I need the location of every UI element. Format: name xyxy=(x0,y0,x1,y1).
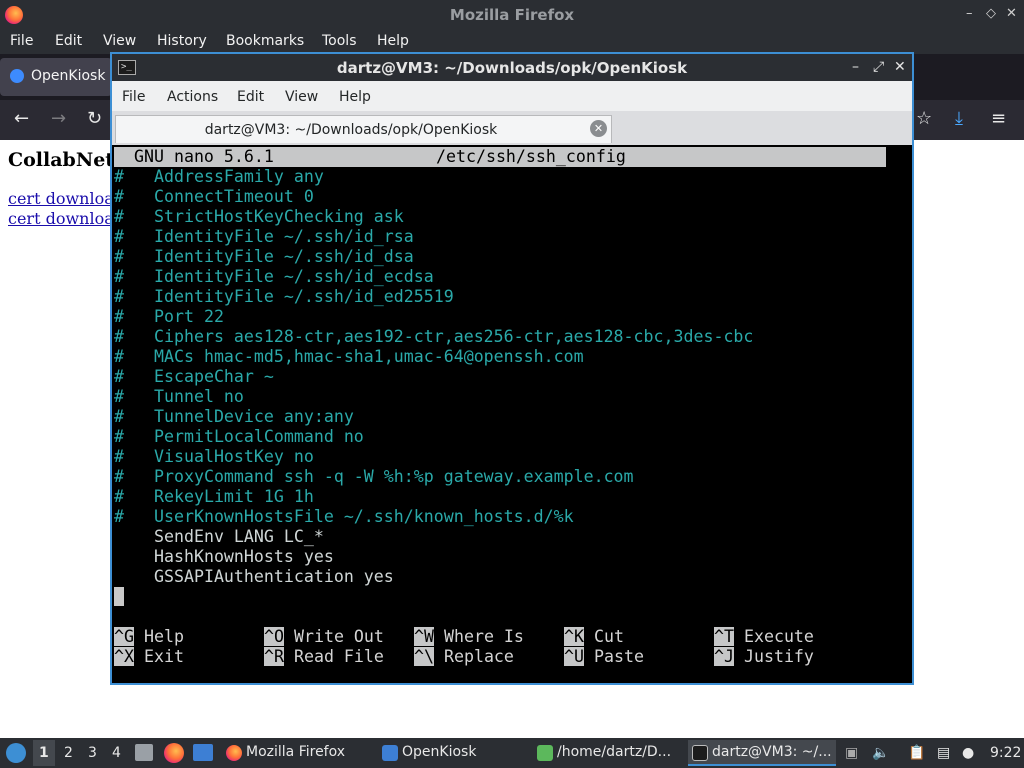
nano-editor[interactable]: GNU nano 5.6.1 /etc/ssh/ssh_config # Addr… xyxy=(114,147,910,683)
window-icon xyxy=(382,745,398,761)
terminal-icon xyxy=(692,745,708,761)
firefox-menu-bookmarks[interactable]: Bookmarks xyxy=(226,33,304,49)
shortcut-execute[interactable]: ^T Execute xyxy=(714,627,814,647)
shortcut-where-is[interactable]: ^W Where Is xyxy=(414,627,524,647)
taskbar: 1 2 3 4 Mozilla Firefox OpenKiosk /home/… xyxy=(0,738,1024,768)
firefox-close-button[interactable]: ✕ xyxy=(1006,6,1017,21)
terminal-menu-view[interactable]: View xyxy=(285,89,318,105)
shortcut-help[interactable]: ^G Help xyxy=(114,627,184,647)
download-icon[interactable]: ⤓ xyxy=(955,108,963,129)
terminal-tab-label: dartz@VM3: ~/Downloads/opk/OpenKiosk xyxy=(204,122,498,138)
desktop-launcher-icon[interactable] xyxy=(193,744,213,761)
file-manager-launcher-icon[interactable] xyxy=(135,744,153,761)
terminal-menubar: File Actions Edit View Help xyxy=(112,81,912,111)
firefox-launcher-icon[interactable] xyxy=(164,743,184,763)
firefox-menu-history[interactable]: History xyxy=(157,33,207,49)
firefox-menu-help[interactable]: Help xyxy=(377,33,409,49)
terminal-menu-edit[interactable]: Edit xyxy=(237,89,264,105)
cert-download-link-2[interactable]: cert downloa xyxy=(8,209,114,228)
terminal-minimize-button[interactable]: – xyxy=(852,59,859,75)
back-arrow-icon[interactable]: ← xyxy=(14,108,29,129)
task-label: OpenKiosk xyxy=(402,744,477,760)
text-cursor xyxy=(114,587,124,606)
task-file-manager[interactable]: /home/dartz/D... xyxy=(533,740,683,766)
nano-header-bar: GNU nano 5.6.1 /etc/ssh/ssh_config xyxy=(114,147,886,167)
firefox-menu-file[interactable]: File xyxy=(10,33,33,49)
start-menu-icon[interactable] xyxy=(6,743,26,763)
terminal-window-title: dartz@VM3: ~/Downloads/opk/OpenKiosk xyxy=(336,59,688,77)
firefox-tab-label: OpenKiosk - xyxy=(31,68,115,84)
cert-download-link-1[interactable]: cert downloa xyxy=(8,189,114,208)
firefox-menu-view[interactable]: View xyxy=(103,33,136,49)
firefox-window-title: Mozilla Firefox xyxy=(449,6,575,24)
workspace-1[interactable]: 1 xyxy=(39,745,49,761)
terminal-tab[interactable]: dartz@VM3: ~/Downloads/opk/OpenKiosk ✕ xyxy=(115,115,612,143)
shortcut-cut[interactable]: ^K Cut xyxy=(564,627,624,647)
shortcut-exit[interactable]: ^X Exit xyxy=(114,647,184,667)
page-heading: CollabNet xyxy=(8,149,115,171)
workspace-3[interactable]: 3 xyxy=(88,745,97,761)
forward-arrow-icon[interactable]: → xyxy=(51,108,66,129)
hamburger-menu-icon[interactable]: ≡ xyxy=(991,108,1006,129)
active-task-indicator xyxy=(688,764,836,766)
notifications-icon[interactable]: ● xyxy=(962,745,974,761)
task-mozilla-firefox[interactable]: Mozilla Firefox xyxy=(222,740,372,766)
bookmark-star-icon[interactable]: ☆ xyxy=(916,108,932,129)
openkiosk-favicon-icon xyxy=(10,69,24,83)
terminal-menu-actions[interactable]: Actions xyxy=(167,89,218,105)
terminal-close-button[interactable]: ✕ xyxy=(894,59,906,75)
nano-version: GNU nano 5.6.1 xyxy=(134,147,274,166)
folder-icon xyxy=(537,745,553,761)
shortcut-justify[interactable]: ^J Justify xyxy=(714,647,814,667)
tab-close-icon[interactable]: ✕ xyxy=(590,120,607,137)
terminal-menu-help[interactable]: Help xyxy=(339,89,371,105)
terminal-menu-file[interactable]: File xyxy=(122,89,145,105)
task-openkiosk[interactable]: OpenKiosk xyxy=(378,740,528,766)
tray-lock-icon[interactable]: ▣ xyxy=(845,745,858,761)
firefox-menu-tools[interactable]: Tools xyxy=(322,33,357,49)
shortcut-replace[interactable]: ^\ Replace xyxy=(414,647,514,667)
reload-icon[interactable]: ↻ xyxy=(87,108,102,129)
firefox-menubar: File Edit View History Bookmarks Tools H… xyxy=(0,30,1024,54)
network-icon[interactable]: ▤ xyxy=(937,745,950,761)
task-label: Mozilla Firefox xyxy=(246,744,346,760)
nano-filename: /etc/ssh/ssh_config xyxy=(436,147,626,166)
clock[interactable]: 9:22 xyxy=(990,745,1021,761)
firefox-menu-edit[interactable]: Edit xyxy=(55,33,82,49)
workspace-2[interactable]: 2 xyxy=(64,745,73,761)
clipboard-icon[interactable]: 📋 xyxy=(908,745,925,761)
shortcut-write-out[interactable]: ^O Write Out xyxy=(264,627,384,647)
terminal-maximize-button[interactable]: ⤢ xyxy=(873,59,884,75)
shortcut-paste[interactable]: ^U Paste xyxy=(564,647,644,667)
task-label: /home/dartz/D... xyxy=(557,744,672,760)
firefox-titlebar: Mozilla Firefox – ◇ ✕ xyxy=(0,0,1024,30)
workspace-4[interactable]: 4 xyxy=(112,745,121,761)
task-label: dartz@VM3: ~/... xyxy=(712,744,832,760)
volume-icon[interactable]: 🔈 xyxy=(872,745,889,761)
terminal-window: >_ dartz@VM3: ~/Downloads/opk/OpenKiosk … xyxy=(110,52,914,685)
firefox-icon xyxy=(226,745,242,761)
terminal-titlebar: >_ dartz@VM3: ~/Downloads/opk/OpenKiosk … xyxy=(112,54,912,81)
task-terminal[interactable]: dartz@VM3: ~/... xyxy=(688,740,836,766)
shortcut-read-file[interactable]: ^R Read File xyxy=(264,647,384,667)
firefox-maximize-button[interactable]: ◇ xyxy=(986,6,996,21)
firefox-minimize-button[interactable]: – xyxy=(966,6,973,21)
terminal-tabbar: dartz@VM3: ~/Downloads/opk/OpenKiosk ✕ xyxy=(112,111,912,145)
firefox-tab-openkiosk[interactable]: OpenKiosk - xyxy=(0,58,115,96)
